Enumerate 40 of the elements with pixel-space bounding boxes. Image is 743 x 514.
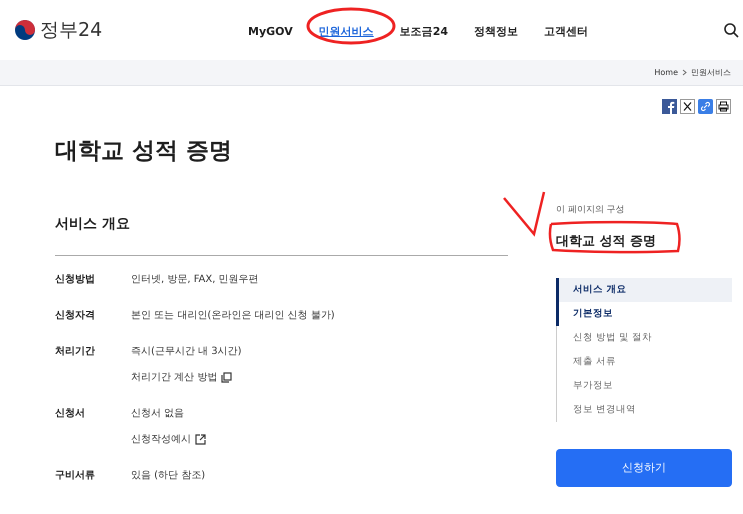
toc-item[interactable]: 제출 서류 bbox=[556, 350, 732, 374]
toc-title: 대학교 성적 증명 bbox=[556, 233, 656, 250]
link-icon[interactable] bbox=[698, 99, 713, 114]
detail-label: 신청서 bbox=[55, 406, 86, 420]
popup-icon bbox=[221, 372, 232, 382]
toc-item[interactable]: 부가정보 bbox=[556, 374, 732, 398]
breadcrumb-link[interactable]: 민원서비스 bbox=[691, 66, 731, 78]
detail-label: 신청방법 bbox=[55, 272, 96, 286]
print-icon[interactable] bbox=[716, 99, 731, 114]
detail-label: 처리기간 bbox=[55, 344, 96, 358]
toc-item[interactable]: 신청 방법 및 절차 bbox=[556, 326, 732, 350]
detail-value: 본인 또는 대리인(온라인은 대리인 신청 불가) bbox=[131, 308, 335, 322]
chevron-icon bbox=[682, 69, 687, 76]
section-title: 서비스 개요 bbox=[55, 214, 508, 256]
detail-value: 신청서 없음 bbox=[131, 406, 184, 420]
logo-text[interactable]: 정부24 bbox=[40, 16, 102, 44]
external-link-icon bbox=[195, 434, 206, 444]
toc-caption: 이 페이지의 구성 bbox=[556, 204, 626, 216]
nav-link[interactable]: MyGOV bbox=[248, 25, 293, 38]
detail-value: 있음 (하단 참조) bbox=[131, 468, 206, 482]
breadcrumb-link[interactable]: Home bbox=[654, 66, 678, 78]
search-icon[interactable] bbox=[723, 22, 739, 38]
detail-link[interactable]: 신청작성예시 bbox=[131, 432, 191, 446]
detail-label: 구비서류 bbox=[55, 468, 96, 482]
nav-link[interactable]: 보조금24 bbox=[400, 25, 448, 38]
logo-icon bbox=[14, 19, 36, 41]
check-mark-annotation bbox=[502, 190, 546, 238]
facebook-icon[interactable] bbox=[662, 99, 677, 114]
detail-link[interactable]: 처리기간 계산 방법 bbox=[131, 370, 218, 384]
x-logo-icon[interactable] bbox=[680, 99, 695, 114]
apply-button[interactable]: 신청하기 bbox=[556, 449, 732, 487]
nav-link[interactable]: 고객센터 bbox=[544, 25, 588, 38]
detail-value: 인터넷, 방문, FAX, 민원우편 bbox=[131, 272, 259, 286]
detail-label: 신청자격 bbox=[55, 308, 96, 322]
toc-item[interactable]: 기본정보 bbox=[556, 302, 732, 326]
detail-value: 즉시(근무시간 내 3시간) bbox=[131, 344, 242, 358]
toc-item[interactable]: 서비스 개요 bbox=[556, 278, 732, 302]
nav-link[interactable]: 정책정보 bbox=[474, 25, 518, 38]
page-title: 대학교 성적 증명 bbox=[55, 137, 234, 166]
toc-item[interactable]: 정보 변경내역 bbox=[556, 398, 732, 422]
